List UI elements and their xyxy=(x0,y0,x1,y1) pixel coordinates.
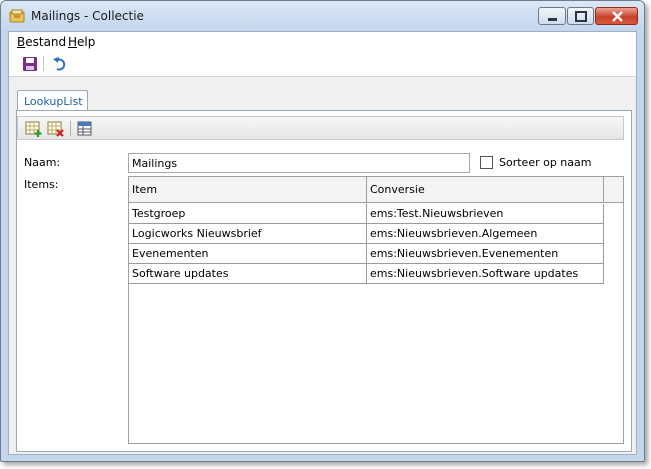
client-area: Bestand Help LookupList Naam: Mailings S… xyxy=(8,31,637,455)
cell-item[interactable]: Testgroep xyxy=(129,204,367,224)
cell-conversie[interactable]: ems:Nieuwsbrieven.Algemeen xyxy=(367,224,604,244)
name-input[interactable] xyxy=(128,153,470,173)
maximize-button[interactable] xyxy=(567,7,594,25)
add-row-icon[interactable] xyxy=(25,120,43,138)
cell-item[interactable]: Logicworks Nieuwsbrief xyxy=(129,224,367,244)
grid-header: Item Conversie xyxy=(129,177,623,203)
toolbar-separator xyxy=(43,56,44,71)
close-button[interactable] xyxy=(595,7,638,25)
grid-toolbar xyxy=(17,116,624,140)
cell-conversie[interactable]: ems:Test.Nieuwsbrieven xyxy=(367,204,604,224)
table-row[interactable]: Logicworks Nieuwsbrief ems:Nieuwsbrieven.… xyxy=(129,224,604,244)
application-window: Mailings - Collectie Bestand Help Lookup… xyxy=(0,0,645,462)
tab-label: LookupList xyxy=(24,95,83,108)
cell-item[interactable]: Evenementen xyxy=(129,244,367,264)
table-row[interactable]: Evenementen ems:Nieuwsbrieven.Evenementen xyxy=(129,244,604,264)
title-bar[interactable]: Mailings - Collectie xyxy=(1,1,644,31)
cell-conversie[interactable]: ems:Nieuwsbrieven.Software updates xyxy=(367,264,604,284)
app-folder-icon xyxy=(9,8,25,24)
save-icon[interactable] xyxy=(21,55,39,73)
tab-page: Naam: Sorteer op naam Items: Item Conver… xyxy=(16,110,632,452)
items-grid[interactable]: Item Conversie Testgroep ems:Test.Nieuwsb… xyxy=(128,176,624,444)
column-header-conversie[interactable]: Conversie xyxy=(367,177,604,203)
tab-lookuplist[interactable]: LookupList xyxy=(17,90,88,111)
undo-icon[interactable] xyxy=(51,55,69,73)
table-row[interactable]: Testgroep ems:Test.Nieuwsbrieven xyxy=(129,204,604,224)
sort-by-name-label[interactable]: Sorteer op naam xyxy=(499,156,591,169)
minimize-button[interactable] xyxy=(538,7,566,25)
sort-by-name-checkbox[interactable] xyxy=(480,156,493,169)
window-title: Mailings - Collectie xyxy=(31,9,144,23)
delete-row-icon[interactable] xyxy=(47,120,65,138)
cell-conversie[interactable]: ems:Nieuwsbrieven.Evenementen xyxy=(367,244,604,264)
items-label: Items: xyxy=(24,178,59,191)
content-pane: LookupList Naam: Mailings Sorteer op naa… xyxy=(9,76,636,454)
table-row[interactable]: Software updates ems:Nieuwsbrieven.Softwa… xyxy=(129,264,604,284)
main-toolbar xyxy=(9,52,636,74)
name-label: Naam: xyxy=(24,156,61,169)
column-header-item[interactable]: Item xyxy=(129,177,367,203)
grid-settings-icon[interactable] xyxy=(76,120,94,138)
grid-toolbar-separator xyxy=(70,121,71,136)
menu-bar: Bestand Help xyxy=(9,32,636,52)
menu-help[interactable]: Help xyxy=(68,35,95,49)
cell-item[interactable]: Software updates xyxy=(129,264,367,284)
menu-bestand[interactable]: Bestand xyxy=(17,35,66,49)
